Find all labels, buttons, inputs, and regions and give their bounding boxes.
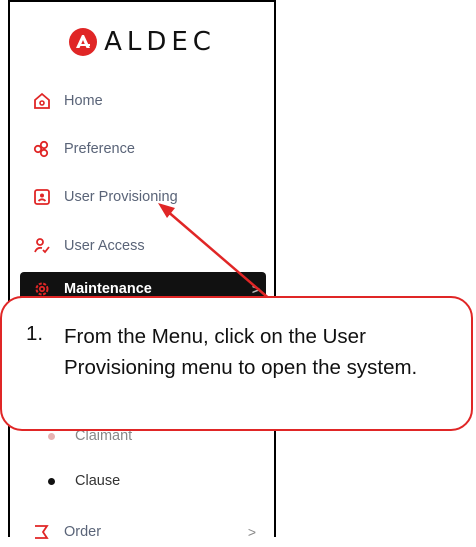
instruction-callout: 1. From the Menu, click on the User Prov… [0,296,473,431]
bullet-icon [48,432,55,440]
step-number: 1. [26,322,44,345]
sidebar-item-label: User Access [64,238,145,254]
chevron-right-icon: > [247,524,256,540]
step-instruction: From the Menu, click on the User Provisi… [64,325,418,379]
sidebar-item-user-provisioning[interactable]: User Provisioning [32,182,262,212]
sidebar-item-preference[interactable]: Preference [32,134,262,164]
sub-item-clause[interactable]: Clause [48,468,120,494]
sidebar-item-home[interactable]: Home [32,86,262,116]
sidebar-item-label: User Provisioning [64,189,178,205]
aldec-logo-icon [69,28,98,56]
user-provisioning-icon [32,187,52,207]
sub-item-label: Clause [75,473,121,489]
sidebar-item-user-access[interactable]: User Access [32,231,262,261]
order-icon [32,522,52,542]
sidebar-item-order[interactable]: Order > [32,517,262,547]
brand-name: ALDEC [104,27,216,57]
sidebar: ALDEC Home Preference User Provisioning … [8,0,276,540]
sidebar-item-label: Preference [64,141,135,157]
sidebar-item-label: Maintenance [64,281,152,297]
home-icon [32,91,52,111]
user-access-icon [32,236,52,256]
preference-icon [32,139,52,159]
bullet-icon [48,477,55,485]
sidebar-item-label: Order [64,524,102,540]
sidebar-item-label: Home [64,93,103,109]
brand-logo: ALDEC [10,22,274,62]
chevron-right-icon: > [251,281,260,297]
